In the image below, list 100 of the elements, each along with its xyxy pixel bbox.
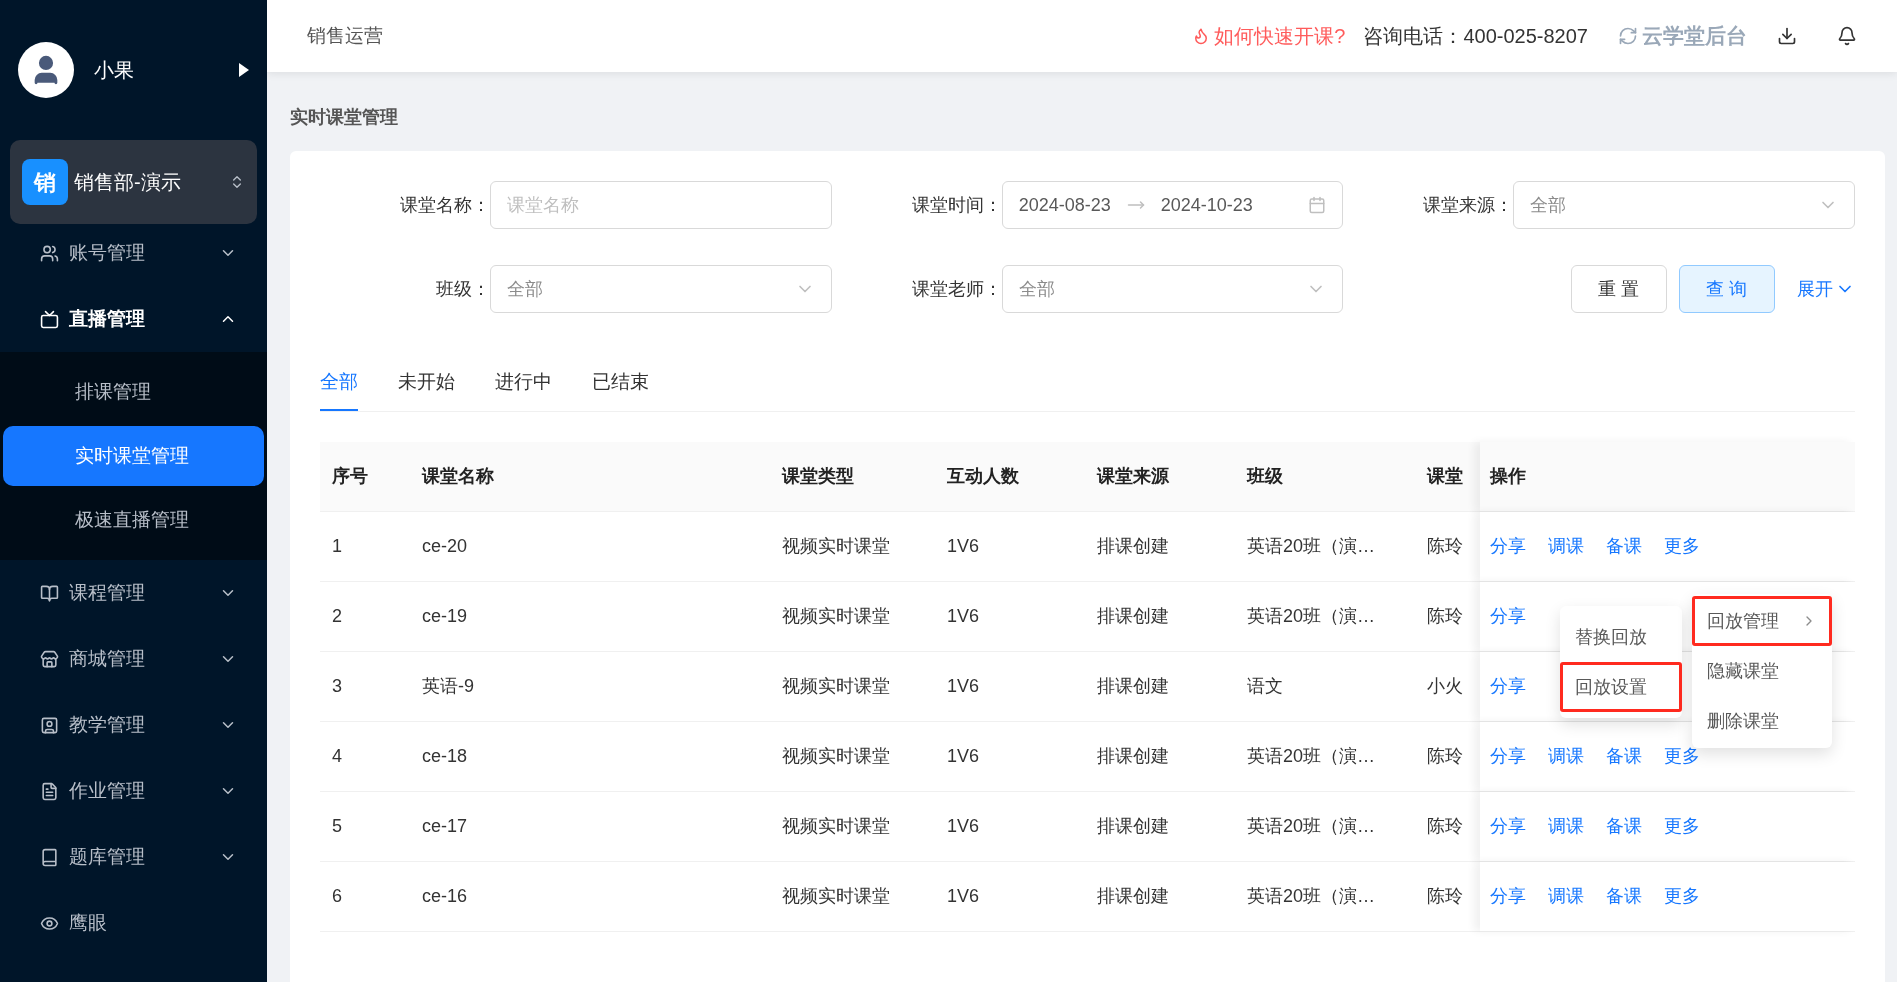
nav-item[interactable]: 题库管理 [0, 824, 267, 890]
column-header: 课堂名称 [422, 465, 494, 488]
table-cell-text: 1V6 [947, 885, 980, 908]
bell-icon[interactable] [1837, 26, 1857, 46]
table-cell-text: ce-20 [422, 535, 468, 558]
triangle-right-icon [239, 63, 249, 77]
avatar[interactable] [18, 42, 74, 98]
brand-name: 云学堂后台 [1642, 23, 1747, 50]
column-header: 课堂类型 [782, 465, 854, 488]
tab[interactable]: 全部 [320, 355, 358, 411]
table-cell-text: ce-19 [422, 605, 468, 628]
hotline: 咨询电话：400-025-8207 [1363, 24, 1588, 49]
select-field[interactable]: 全部 [490, 265, 832, 313]
nav-item[interactable]: 商城管理 [0, 626, 267, 692]
menu-item[interactable]: 隐藏课堂 [1692, 646, 1832, 696]
org-name: 销售部-演示 [74, 170, 182, 195]
action-link[interactable]: 调课 [1548, 743, 1584, 770]
action-link[interactable]: 调课 [1548, 533, 1584, 560]
action-link[interactable]: 分享 [1490, 743, 1526, 770]
table-cell-text: ce-18 [422, 745, 468, 768]
action-link[interactable]: 调课 [1548, 813, 1584, 840]
table-cell-text: 陈玲 [1427, 605, 1463, 628]
filter-label: 课堂时间： [910, 193, 1002, 217]
action-link[interactable]: 调课 [1548, 883, 1584, 910]
nav-subitem[interactable]: 极速直播管理 [3, 490, 264, 550]
table-cell-text: 视频实时课堂 [782, 815, 890, 838]
table-cell-text: 视频实时课堂 [782, 675, 890, 698]
action-link[interactable]: 备课 [1606, 813, 1642, 840]
column-header: 序号 [332, 465, 368, 488]
download-icon[interactable] [1777, 26, 1797, 46]
calendar-icon [1308, 196, 1327, 214]
nav-item[interactable]: 直播管理 [0, 286, 267, 352]
table-cell-text: 小火 [1427, 675, 1463, 698]
org-switcher[interactable]: 销 销售部-演示 [10, 140, 257, 224]
action-link[interactable]: 分享 [1490, 673, 1526, 700]
book-icon [40, 847, 59, 867]
action-link[interactable]: 更多 [1664, 883, 1700, 910]
table-cell-text: 英语20班（演… [1247, 745, 1376, 768]
table-cell-text: 排课创建 [1097, 745, 1169, 768]
action-link[interactable]: 分享 [1490, 533, 1526, 560]
table-cell-text: 视频实时课堂 [782, 535, 890, 558]
table-cell-text: 6 [332, 885, 342, 908]
table-cell-text: 1 [332, 535, 342, 558]
table-cell-text: 视频实时课堂 [782, 745, 890, 768]
tab[interactable]: 未开始 [398, 355, 455, 411]
menu-item[interactable]: 回放设置 [1560, 662, 1682, 712]
table-cell-text: 排课创建 [1097, 885, 1169, 908]
help-link[interactable]: 如何快速开课? [1214, 21, 1346, 51]
nav-item[interactable]: 课程管理 [0, 560, 267, 626]
column-header: 课堂 [1427, 465, 1463, 488]
reset-button[interactable]: 重 置 [1571, 265, 1667, 313]
table-cell-text: 3 [332, 675, 342, 698]
action-link[interactable]: 分享 [1490, 603, 1526, 630]
date-range-field[interactable]: 2024-08-23 2024-10-23 [1001, 181, 1344, 229]
menu-item[interactable]: 回放管理 [1692, 596, 1832, 646]
table-cell-text: 视频实时课堂 [782, 885, 890, 908]
table-cell-text: 4 [332, 745, 342, 768]
table-cell-text: 陈玲 [1427, 885, 1463, 908]
nav-item[interactable]: 鹰眼 [0, 890, 267, 956]
tv-icon [40, 309, 59, 329]
org-badge: 销 [22, 159, 68, 205]
action-link[interactable]: 更多 [1664, 743, 1700, 770]
menu-item[interactable]: 删除课堂 [1692, 696, 1832, 746]
table-cell-text: ce-17 [422, 815, 468, 838]
nav-item[interactable]: 作业管理 [0, 758, 267, 824]
column-header: 班级 [1247, 465, 1283, 488]
nav-subitem[interactable]: 实时课堂管理 [3, 426, 264, 486]
name-input[interactable]: 课堂名称 [490, 181, 832, 229]
query-button[interactable]: 查 询 [1679, 265, 1775, 313]
table-cell-text: 英语20班（演… [1247, 885, 1376, 908]
table-cell-text: 英语-9 [422, 675, 474, 698]
select-field[interactable]: 全部 [1513, 181, 1855, 229]
users-icon [40, 243, 59, 263]
tab[interactable]: 进行中 [495, 355, 552, 411]
refresh-icon [1618, 26, 1638, 46]
table-cell-text: 英语20班（演… [1247, 605, 1376, 628]
action-link[interactable]: 备课 [1606, 743, 1642, 770]
table-cell-text: 语文 [1247, 675, 1283, 698]
action-link[interactable]: 更多 [1664, 813, 1700, 840]
action-link[interactable]: 备课 [1606, 533, 1642, 560]
nav-subitem[interactable]: 排课管理 [3, 362, 264, 422]
tab[interactable]: 已结束 [592, 355, 649, 411]
select-field[interactable]: 全部 [1001, 265, 1344, 313]
table-cell-text: 陈玲 [1427, 745, 1463, 768]
store-icon [40, 649, 59, 669]
expand-button[interactable]: 展开 [1797, 275, 1855, 303]
table-cell-text: 排课创建 [1097, 535, 1169, 558]
action-link[interactable]: 更多 [1664, 533, 1700, 560]
column-header: 互动人数 [947, 465, 1019, 488]
table-cell-text: 1V6 [947, 535, 980, 558]
nav-item[interactable]: 教学管理 [0, 692, 267, 758]
portrait-icon [40, 715, 59, 735]
action-link[interactable]: 分享 [1490, 813, 1526, 840]
page-title: 实时课堂管理 [290, 106, 399, 129]
table-cell-text: 英语20班（演… [1247, 815, 1376, 838]
table-cell-text: 陈玲 [1427, 815, 1463, 838]
action-link[interactable]: 备课 [1606, 883, 1642, 910]
column-header: 课堂来源 [1097, 465, 1169, 488]
action-link[interactable]: 分享 [1490, 883, 1526, 910]
menu-item[interactable]: 替换回放 [1560, 612, 1682, 662]
